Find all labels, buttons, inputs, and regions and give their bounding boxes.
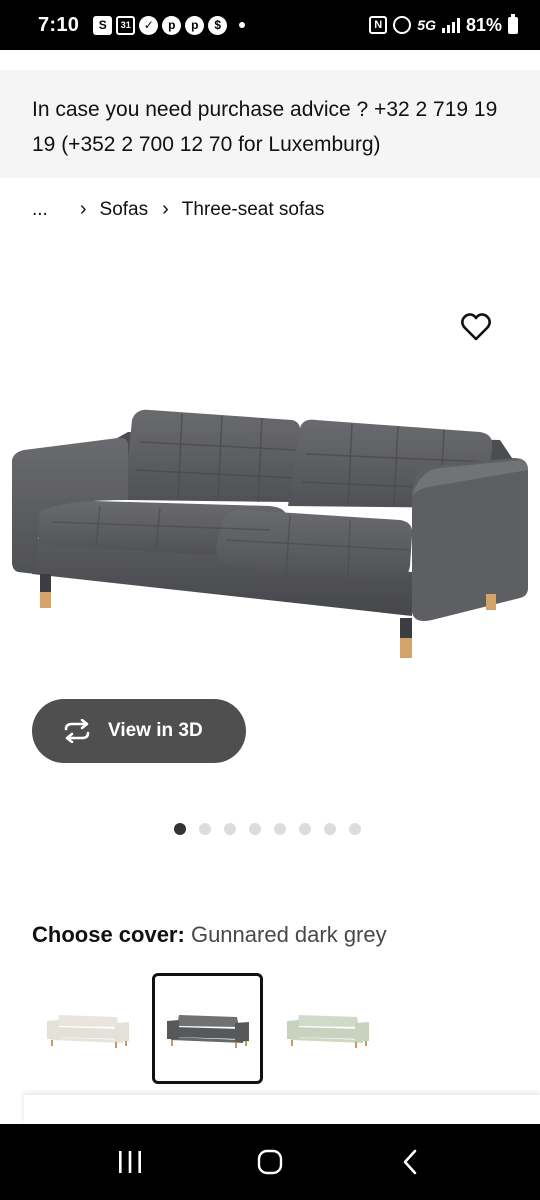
carousel-dot[interactable]: [174, 823, 186, 835]
carousel-dot[interactable]: [324, 823, 336, 835]
system-navigation-bar: [0, 1124, 540, 1200]
breadcrumb-sofas[interactable]: Sofas: [100, 199, 149, 221]
battery-percentage: 81%: [465, 14, 502, 35]
alarm-icon: [393, 16, 412, 34]
battery-icon: [508, 13, 518, 34]
pinterest-icon-2: p: [185, 15, 205, 35]
system-icons: N 5G 81%: [369, 13, 518, 36]
notification-icons: S 31 ✓ p p $: [93, 15, 246, 35]
carousel-dot[interactable]: [224, 823, 236, 835]
cover-value: Gunnared dark grey: [190, 922, 387, 947]
cover-title: Choose cover:: [32, 922, 185, 947]
sofa-image: [12, 409, 528, 658]
recent-apps-button[interactable]: [100, 1132, 160, 1192]
view-in-3d-button[interactable]: View in 3D: [32, 699, 246, 763]
recent-apps-icon: [119, 1151, 141, 1173]
carousel-dot[interactable]: [249, 823, 261, 835]
cover-swatch-2[interactable]: [152, 973, 263, 1084]
back-button[interactable]: [380, 1132, 440, 1192]
home-button[interactable]: [240, 1132, 300, 1192]
signal-icon: [441, 17, 460, 33]
view-in-3d-label: View in 3D: [108, 720, 203, 741]
purchase-advice-text: In case you need purchase advice ? +32 2…: [32, 98, 498, 156]
tag-app-icon: $: [208, 15, 228, 35]
breadcrumb: ... › Sofas › Three-seat sofas: [32, 198, 324, 221]
carousel-dot[interactable]: [349, 823, 361, 835]
carousel-dot[interactable]: [299, 823, 311, 835]
home-icon: [257, 1149, 283, 1175]
chevron-right-icon: ›: [79, 198, 87, 220]
product-image[interactable]: [0, 290, 540, 680]
cover-selection-heading: Choose cover: Gunnared dark grey: [32, 922, 387, 948]
sofa-thumbnail-icon: [46, 1014, 129, 1048]
s-app-icon: S: [93, 15, 113, 35]
favorite-button[interactable]: [458, 309, 494, 345]
carousel-indicator: [174, 823, 361, 835]
heart-outline-icon: [461, 313, 491, 341]
bottom-sheet-edge: [24, 1095, 540, 1125]
pinterest-icon: p: [162, 15, 182, 35]
carousel-dot[interactable]: [274, 823, 286, 835]
more-notifications-dot: [239, 22, 246, 28]
cover-swatches: [32, 973, 383, 1084]
purchase-advice-banner: In case you need purchase advice ? +32 2…: [0, 70, 540, 178]
breadcrumb-three-seat-sofas[interactable]: Three-seat sofas: [182, 199, 325, 221]
chevron-right-icon: ›: [162, 198, 169, 220]
network-type: 5G: [417, 17, 436, 33]
cover-swatch-3[interactable]: [272, 973, 383, 1084]
status-time: 7:10: [38, 13, 80, 36]
sofa-thumbnail-icon: [286, 1014, 369, 1048]
sofa-thumbnail-icon: [166, 1014, 249, 1048]
check-app-icon: ✓: [139, 15, 159, 35]
back-icon: [403, 1149, 417, 1175]
status-bar: 7:10 S 31 ✓ p p $ N 5G 81%: [0, 0, 540, 50]
rotate-icon: [64, 719, 90, 743]
cover-swatch-1[interactable]: [32, 973, 143, 1084]
calendar-icon: 31: [116, 15, 136, 35]
nfc-icon: N: [369, 16, 388, 34]
carousel-dot[interactable]: [199, 823, 211, 835]
breadcrumb-ellipsis[interactable]: ...: [32, 199, 48, 221]
